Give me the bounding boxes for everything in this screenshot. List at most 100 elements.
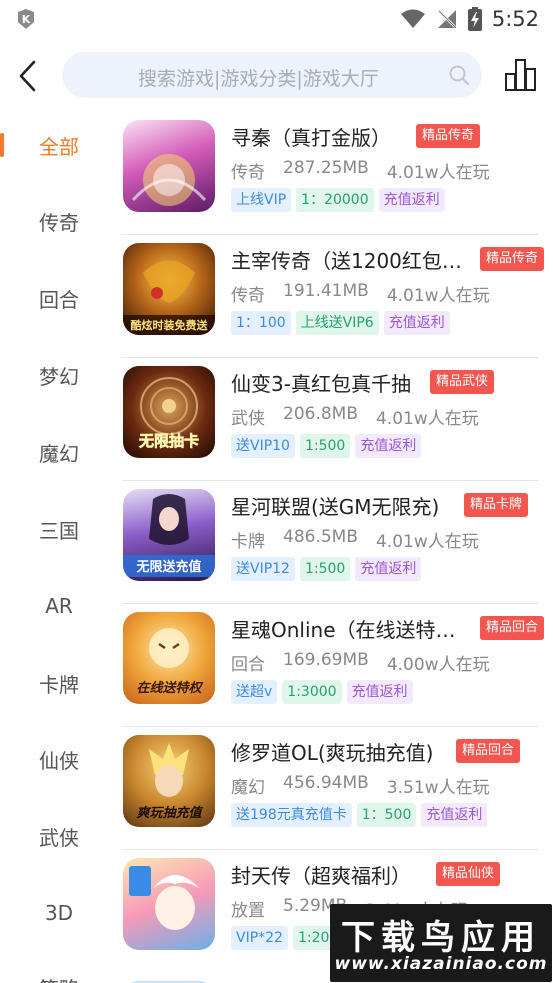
game-art-image: 爽玩抽充值 (136, 743, 203, 821)
game-name: 修罗道OL(爽玩抽充值) (231, 741, 434, 765)
category-label: 3D (44, 901, 74, 925)
game-genre: 传奇 (231, 286, 265, 306)
game-meta: 武侠 206.8MB 4.01w人在玩 (231, 404, 479, 429)
category-item-xianxia[interactable]: 仙侠 (0, 739, 118, 779)
game-name: 寻秦（真打金版） (231, 126, 391, 150)
game-tags: 上线VIP 1：20000 充值返利 (231, 188, 445, 212)
category-item-legend[interactable]: 传奇 (0, 201, 118, 241)
category-item-strategy[interactable]: 策略 (0, 967, 118, 983)
game-icon-caption: 爽玩抽充值 (136, 805, 203, 821)
game-badge: 精品传奇 (416, 124, 481, 148)
category-label: 三国 (39, 518, 79, 543)
category-item-three-kingdoms[interactable]: 三国 (0, 509, 118, 549)
game-icon-caption: 无限抽卡 (138, 432, 199, 450)
wifi-icon (400, 9, 425, 28)
category-label: 仙侠 (39, 748, 79, 773)
game-icon-caption: 在线送特权 (136, 680, 203, 696)
category-item-turn-based[interactable]: 回合 (0, 278, 118, 318)
game-size: 206.8MB (283, 404, 358, 424)
game-genre: 武侠 (231, 409, 265, 429)
game-art-image (129, 866, 199, 930)
game-meta: 传奇 191.41MB 4.01w人在玩 (231, 281, 490, 306)
game-tag: 1：100 (231, 311, 291, 335)
category-sidebar: 全部 传奇 回合 梦幻 魔幻 三国 AR 卡牌 仙侠 武侠 3D 策略 (0, 112, 118, 983)
ranking-chart-icon[interactable] (504, 58, 538, 92)
status-bar: K 5:52 (0, 0, 553, 38)
game-players: 4.01w人在玩 (376, 409, 479, 429)
back-button[interactable] (8, 54, 48, 98)
game-icon: 酷炫时装免费送 (123, 243, 215, 335)
category-label: 武侠 (39, 825, 79, 850)
game-name: 仙变3-真红包真千抽 (231, 372, 411, 396)
game-tag: 1：20000 (296, 188, 374, 212)
game-meta: 传奇 287.25MB 4.01w人在玩 (231, 158, 490, 183)
game-tags: 送超v 1:3000 充值返利 (231, 680, 413, 704)
game-list-item[interactable]: 寻秦（真打金版） 精品传奇 传奇 287.25MB 4.01w人在玩 上线VIP… (118, 112, 538, 235)
no-signal-icon (437, 10, 456, 28)
watermark-title: 下载鸟应用 (341, 918, 541, 958)
game-meta: 魔幻 456.94MB 3.51w人在玩 (231, 773, 490, 798)
game-meta: 回合 169.69MB 4.00w人在玩 (231, 650, 490, 675)
game-badge: 精品回合 (480, 616, 545, 640)
game-tag: 上线VIP (231, 188, 292, 212)
category-label: 全部 (39, 134, 79, 159)
game-genre: 魔幻 (231, 778, 265, 798)
game-list-item[interactable]: 无限送充值 星河联盟(送GM无限充) 精品卡牌 卡牌 486.5MB 4.01w… (118, 481, 538, 604)
active-category-indicator (0, 133, 4, 157)
game-list-item[interactable]: 酷炫时装免费送 主宰传奇（送1200红包… 精品传奇 传奇 191.41MB 4… (118, 235, 545, 358)
category-label: AR (45, 594, 73, 618)
game-size: 191.41MB (283, 281, 369, 301)
game-tag: 充值返利 (346, 680, 413, 704)
game-art-image: 在线送特权 (136, 628, 203, 696)
game-art-image (131, 154, 207, 206)
game-tag: 送VIP10 (231, 434, 295, 458)
game-tag: 1:500 (299, 434, 351, 458)
category-item-ar[interactable]: AR (0, 586, 118, 626)
game-badge: 精品传奇 (480, 247, 545, 271)
game-size: 456.94MB (283, 773, 369, 793)
game-size: 169.69MB (283, 650, 369, 670)
game-badge: 精品回合 (456, 739, 521, 763)
game-tags: 1：100 上线送VIP6 充值返利 (231, 311, 450, 335)
category-item-3d[interactable]: 3D (0, 893, 118, 933)
game-icon: 爽玩抽充值 (123, 735, 215, 827)
category-item-all[interactable]: 全部 (0, 125, 118, 165)
game-tag: 送超v (231, 680, 278, 704)
game-players: 4.01w人在玩 (386, 286, 490, 306)
game-icon (123, 858, 215, 950)
category-item-wuxia[interactable]: 武侠 (0, 816, 118, 856)
game-genre: 回合 (231, 655, 265, 675)
game-list-item[interactable]: 在线送特权 星魂Online（在线送特… 精品回合 回合 169.69MB 4.… (118, 604, 545, 727)
game-list-item[interactable]: 无限抽卡 仙变3-真红包真千抽 精品武侠 武侠 206.8MB 4.01w人在玩… (118, 358, 538, 481)
game-tags: 送VIP10 1:500 充值返利 (231, 434, 422, 458)
search-icon[interactable] (448, 64, 470, 86)
category-item-card[interactable]: 卡牌 (0, 663, 118, 703)
svg-text:K: K (22, 13, 31, 26)
game-players: 3.51w人在玩 (386, 778, 490, 798)
game-tags: 送VIP12 1:500 充值返利 (231, 557, 422, 581)
category-item-fantasy[interactable]: 梦幻 (0, 355, 118, 395)
game-tags: 送198元真充值卡 1：500 充值返利 (231, 803, 488, 827)
chevron-left-icon (19, 60, 36, 92)
game-list-item[interactable]: 爽玩抽充值 修罗道OL(爽玩抽充值) 精品回合 魔幻 456.94MB 3.51… (118, 727, 538, 850)
search-header: 搜索游戏|游戏分类|游戏大厅 (0, 48, 553, 104)
search-input[interactable]: 搜索游戏|游戏分类|游戏大厅 (62, 52, 482, 98)
game-tag: 充值返利 (355, 557, 422, 581)
game-tag: 充值返利 (383, 311, 450, 335)
category-label: 回合 (39, 287, 79, 312)
category-label: 魔幻 (39, 441, 79, 466)
game-players: 4.01w人在玩 (376, 532, 479, 552)
game-tag: 1：500 (356, 803, 417, 827)
game-badge: 精品武侠 (430, 370, 495, 394)
game-genre: 放置 (231, 901, 265, 921)
category-item-magic[interactable]: 魔幻 (0, 432, 118, 472)
game-tag: 充值返利 (378, 188, 445, 212)
game-tag: 1:3000 (282, 680, 342, 704)
game-icon-caption: 无限送充值 (135, 559, 201, 575)
battery-charging-icon (467, 7, 482, 31)
category-label: 梦幻 (39, 364, 79, 389)
game-badge: 精品仙侠 (436, 862, 501, 886)
game-icon: 在线送特权 (123, 612, 215, 704)
game-size: 287.25MB (283, 158, 369, 178)
category-label: 卡牌 (39, 672, 79, 697)
